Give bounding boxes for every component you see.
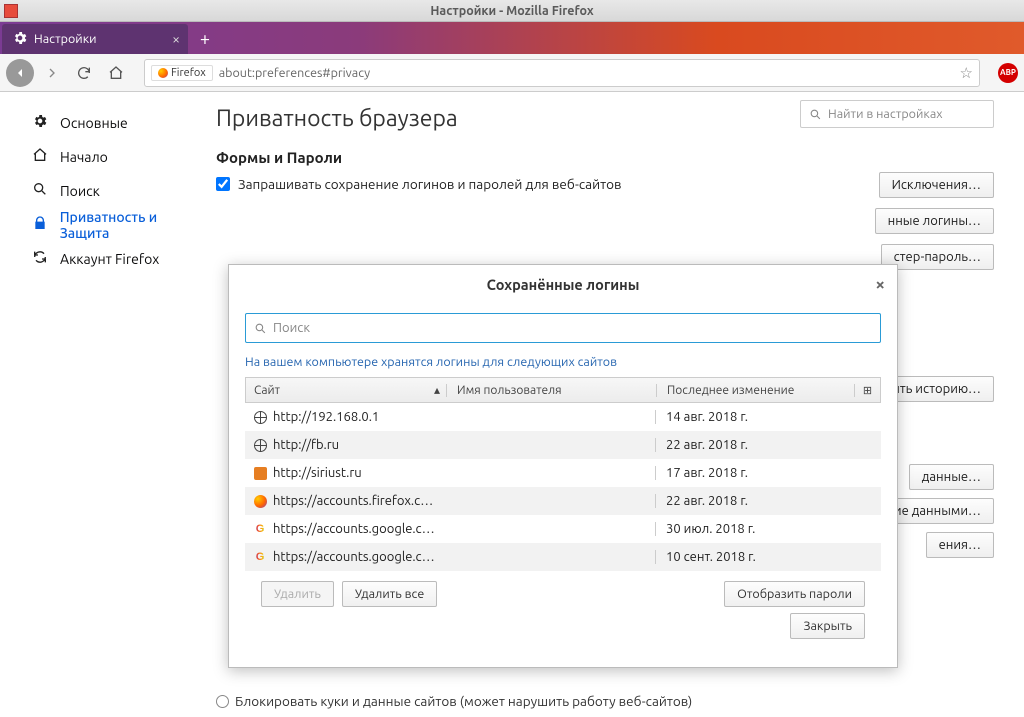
home-button[interactable] [102, 59, 130, 87]
table-row[interactable]: http://192.168.0.1 14 авг. 2018 г. [245, 403, 881, 431]
show-passwords-button[interactable]: Отобразить пароли [724, 581, 865, 607]
gear-icon [30, 113, 50, 133]
sidebar-item-account[interactable]: Аккаунт Firefox [28, 242, 208, 276]
firefox-icon [158, 68, 168, 78]
changed-cell: 14 авг. 2018 г. [655, 410, 855, 424]
site-cell: http://192.168.0.1 [273, 410, 379, 424]
column-username[interactable]: Имя пользователя [446, 384, 656, 397]
sidebar-item-label: Основные [60, 115, 128, 131]
changed-cell: 17 авг. 2018 г. [655, 466, 855, 480]
bookmark-star-icon[interactable]: ☆ [960, 64, 973, 82]
changed-cell: 22 авг. 2018 г. [655, 438, 855, 452]
sort-asc-icon: ▴ [434, 383, 440, 397]
search-icon [30, 181, 50, 201]
logins-table-body: http://192.168.0.114 авг. 2018 г.http://… [245, 403, 881, 571]
reload-button[interactable] [70, 59, 98, 87]
table-row[interactable]: http://fb.ru 22 авг. 2018 г. [245, 431, 881, 459]
close-icon[interactable]: × [875, 275, 885, 294]
app-icon [4, 4, 18, 18]
table-row[interactable]: Ghttps://accounts.google.c…30 июл. 2018 … [245, 515, 881, 543]
preferences-sidebar: Основные Начало Поиск Приватность и Защи… [0, 92, 208, 717]
site-cell: http://siriust.ru [273, 466, 362, 480]
tab-strip: Настройки × + [0, 22, 1024, 54]
forward-button[interactable] [38, 59, 66, 87]
sidebar-item-label: Аккаунт Firefox [60, 251, 159, 267]
find-in-settings[interactable]: Найти в настройках [800, 100, 994, 128]
window-titlebar: Настройки - Mozilla Firefox [0, 0, 1024, 22]
tab-label: Настройки [34, 32, 97, 46]
ask-save-logins-checkbox[interactable]: Запрашивать сохранение логинов и паролей… [216, 176, 994, 192]
saved-logins-dialog: Сохранённые логины × Поиск На вашем комп… [228, 264, 898, 668]
sidebar-item-home[interactable]: Начало [28, 140, 208, 174]
new-tab-button[interactable]: + [192, 26, 218, 52]
identity-box[interactable]: Firefox [151, 65, 213, 81]
sidebar-item-label: Поиск [60, 183, 100, 199]
site-cell: https://accounts.firefox.c… [273, 494, 433, 508]
back-button[interactable] [6, 59, 34, 87]
table-row[interactable]: http://siriust.ru 17 авг. 2018 г. [245, 459, 881, 487]
url-text: about:preferences#privacy [219, 66, 370, 80]
close-button[interactable]: Закрыть [790, 613, 865, 639]
home-icon [30, 147, 50, 167]
sidebar-item-label: Приватность и Защита [60, 209, 208, 241]
url-bar[interactable]: Firefox about:preferences#privacy ☆ [144, 59, 980, 87]
column-picker-icon[interactable]: ⊞ [854, 384, 880, 397]
sidebar-item-general[interactable]: Основные [28, 106, 208, 140]
sidebar-item-privacy[interactable]: Приватность и Защита [28, 208, 208, 242]
section-forms-passwords: Формы и Пароли [216, 149, 994, 166]
gear-icon [12, 30, 28, 49]
sync-icon [30, 249, 50, 269]
sidebar-item-label: Начало [60, 149, 108, 165]
site-cell: https://accounts.google.c… [273, 522, 435, 536]
sidebar-item-search[interactable]: Поиск [28, 174, 208, 208]
window-title: Настройки - Mozilla Firefox [430, 4, 593, 18]
dialog-header: Сохранённые логины × [229, 265, 897, 303]
tab-settings[interactable]: Настройки × [2, 24, 188, 54]
saved-logins-button[interactable]: нные логины… [875, 208, 994, 234]
changed-cell: 30 июл. 2018 г. [655, 522, 855, 536]
exceptions-button[interactable]: Исключения… [879, 172, 994, 198]
dialog-info-text: На вашем компьютере хранятся логины для … [245, 355, 881, 369]
changed-cell: 22 авг. 2018 г. [655, 494, 855, 508]
dialog-title: Сохранённые логины [487, 276, 640, 293]
permissions-button[interactable]: ения… [926, 532, 994, 558]
logins-table-header: Сайт ▴ Имя пользователя Последнее измене… [245, 377, 881, 403]
table-row[interactable]: Ghttps://accounts.google.c…10 сент. 2018… [245, 543, 881, 571]
logins-search-input[interactable]: Поиск [245, 313, 881, 343]
close-icon[interactable]: × [172, 31, 180, 47]
adblock-icon[interactable]: ABP [998, 63, 1018, 83]
block-cookies-radio[interactable]: Блокировать куки и данные сайтов (может … [216, 693, 692, 709]
site-cell: https://accounts.google.c… [273, 550, 435, 564]
table-row[interactable]: https://accounts.firefox.c… 22 авг. 2018 … [245, 487, 881, 515]
delete-button[interactable]: Удалить [261, 581, 334, 607]
lock-icon [30, 215, 50, 235]
site-cell: http://fb.ru [273, 438, 339, 452]
column-last-changed[interactable]: Последнее изменение [656, 384, 854, 397]
column-site[interactable]: Сайт ▴ [246, 383, 446, 397]
nav-toolbar: Firefox about:preferences#privacy ☆ ABP [0, 54, 1024, 92]
site-data-button[interactable]: данные… [909, 464, 994, 490]
changed-cell: 10 сент. 2018 г. [655, 550, 855, 564]
delete-all-button[interactable]: Удалить все [342, 581, 437, 607]
